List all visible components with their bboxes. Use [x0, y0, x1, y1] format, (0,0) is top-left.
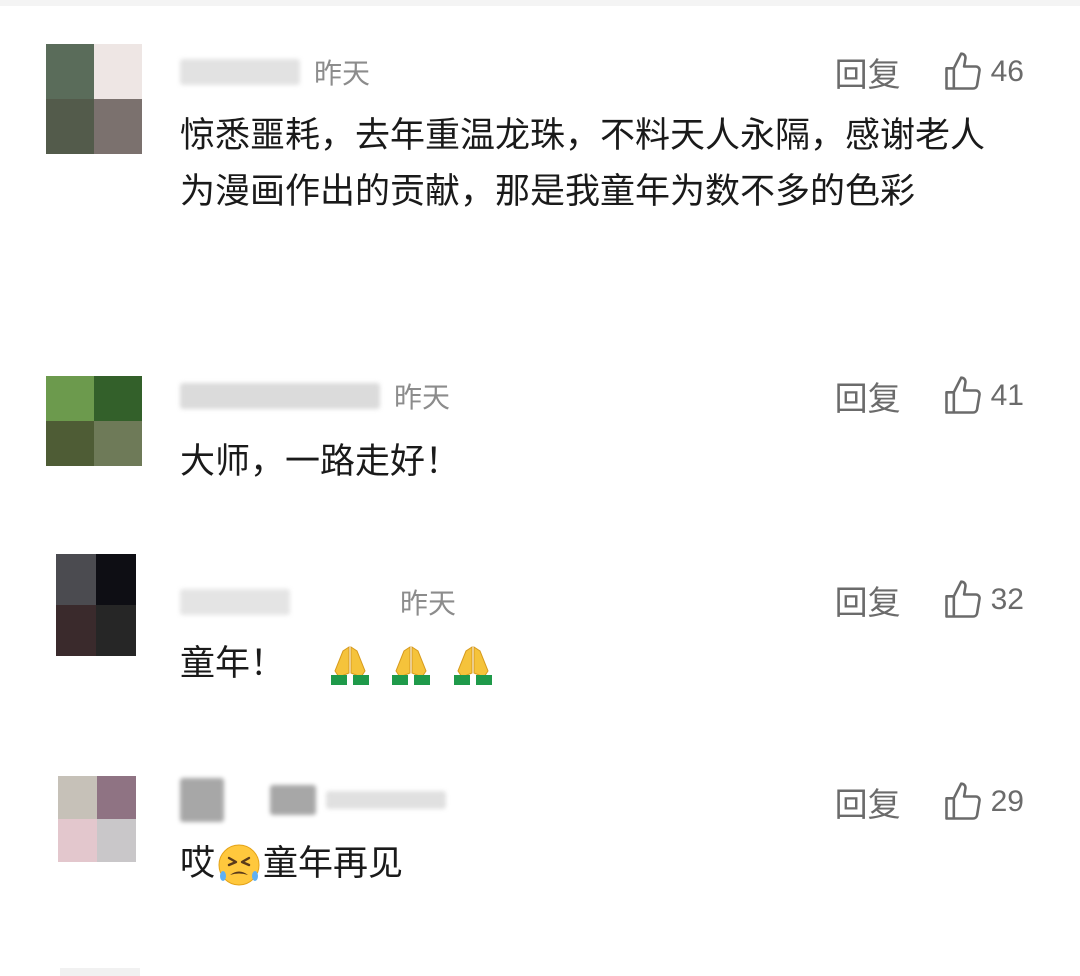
- avatar-tile: [46, 421, 94, 466]
- avatar-tile: [96, 554, 136, 605]
- avatar-tile: [94, 421, 142, 466]
- reply-button[interactable]: 回复: [835, 576, 901, 624]
- thumbs-up-icon: [944, 782, 981, 820]
- avatar-tile: [56, 554, 96, 605]
- like-button[interactable]: 32: [941, 578, 1024, 622]
- avatar-tile: [96, 605, 136, 656]
- comment-text: 大师，一路走好！: [180, 442, 461, 482]
- comment-text: 童年！: [180, 636, 1000, 692]
- avatar-tile: [58, 776, 97, 819]
- like-count: 46: [990, 55, 1024, 88]
- bottom-divider: [60, 968, 140, 976]
- comment-text-main: 童年！: [180, 644, 286, 684]
- reply-button[interactable]: 回复: [835, 48, 901, 96]
- like-count: 29: [990, 785, 1024, 818]
- comment-time: 昨天: [400, 587, 457, 620]
- folded-hands-icon: [392, 646, 431, 685]
- like-count: 41: [990, 379, 1024, 412]
- comment-text: 哎 童年再见: [180, 836, 1000, 892]
- thumbs-up-icon: [944, 580, 981, 618]
- like-button[interactable]: 29: [941, 780, 1024, 824]
- comment-actions: 回复 32: [835, 572, 1024, 628]
- comment-meta: [180, 778, 446, 822]
- avatar-tile: [46, 44, 94, 99]
- avatar[interactable]: [46, 376, 142, 466]
- username-blurred[interactable]: [180, 59, 300, 85]
- comment-time: 昨天: [314, 57, 371, 90]
- comment-meta: 昨天: [180, 52, 370, 92]
- comment-actions: 回复 29: [835, 774, 1024, 830]
- comment-time: 昨天: [394, 381, 451, 414]
- comment-actions: 回复 41: [835, 368, 1024, 424]
- username-blurred[interactable]: [270, 785, 316, 815]
- avatar-tile: [94, 44, 142, 99]
- folded-hands-icon: [453, 646, 492, 685]
- comment-text-prefix: 哎: [180, 844, 216, 884]
- comment-actions: 回复 46: [835, 44, 1024, 100]
- comment-text-suffix: 童年再见: [263, 844, 404, 884]
- avatar[interactable]: [46, 44, 142, 154]
- folded-hands-icon: [331, 646, 370, 685]
- avatar-tile: [97, 819, 136, 862]
- avatar-tile: [94, 99, 142, 154]
- like-button[interactable]: 46: [941, 50, 1024, 94]
- reply-button[interactable]: 回复: [835, 372, 901, 420]
- comment-meta: 昨天: [180, 376, 450, 416]
- username-blurred[interactable]: [180, 778, 224, 822]
- avatar[interactable]: [56, 554, 136, 656]
- avatar-tile: [56, 605, 96, 656]
- avatar-tile: [97, 776, 136, 819]
- username-blurred[interactable]: [180, 383, 380, 409]
- avatar-tile: [46, 99, 94, 154]
- username-blurred[interactable]: [180, 589, 290, 615]
- thumbs-up-icon: [944, 52, 981, 90]
- avatar-tile: [46, 376, 94, 421]
- comment-text: 惊悉噩耗，去年重温龙珠，不料天人永隔，感谢老人为漫画作出的贡献，那是我童年为数不…: [180, 116, 986, 212]
- tired-face-icon: [218, 844, 260, 886]
- avatar-tile: [94, 376, 142, 421]
- like-button[interactable]: 41: [941, 374, 1024, 418]
- avatar[interactable]: [58, 776, 136, 862]
- like-count: 32: [990, 583, 1024, 616]
- username-blurred[interactable]: [326, 791, 446, 809]
- thumbs-up-icon: [944, 376, 981, 414]
- top-divider: [0, 0, 1080, 6]
- reply-button[interactable]: 回复: [835, 778, 901, 826]
- comment-meta: 昨天: [180, 582, 456, 622]
- avatar-tile: [58, 819, 97, 862]
